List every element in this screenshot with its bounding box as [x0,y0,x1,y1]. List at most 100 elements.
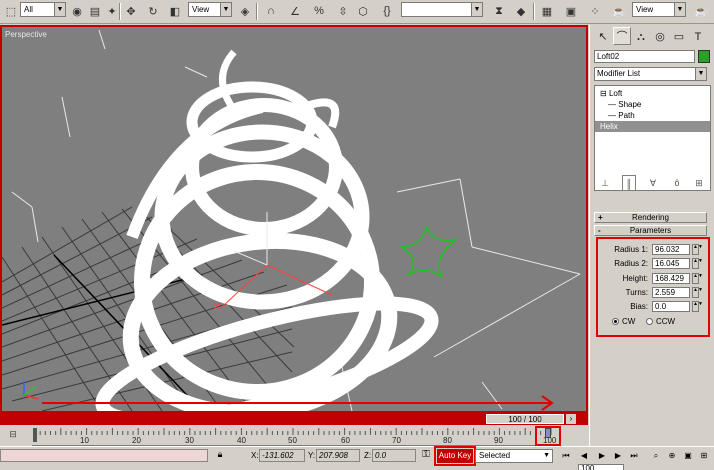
parameters-rollout[interactable]: - Parameters [594,225,707,236]
select-object-icon[interactable]: ◉ [68,2,86,20]
remove-modifier-icon[interactable]: ô [670,175,684,191]
cw-radio[interactable] [612,318,619,325]
turns-spinner-icon[interactable]: ▲▼ [692,287,703,298]
bias-label: Bias: [630,302,648,311]
timeline-scale[interactable]: 10 20 30 40 50 60 70 80 90 100 [32,426,560,446]
height-field[interactable]: 168.429 [652,273,690,284]
cw-label: CW [622,317,636,326]
tick-label: 60 [341,436,350,445]
mirror-icon[interactable]: ⧗ [490,2,508,20]
current-frame-field[interactable]: 100 [578,464,624,470]
tick-label: 10 [80,436,89,445]
zoom-extents-icon[interactable]: ▣ [682,450,694,462]
radius1-field[interactable]: 96.032 [652,244,690,255]
stack-item-shape[interactable]: — Shape [595,99,710,110]
tick-label: 50 [288,436,297,445]
zoom-all-icon[interactable]: ⊕ [666,450,678,462]
hierarchy-tab-icon[interactable]: ⛬ [632,27,650,45]
render-view-dropdown[interactable]: View ▼ [632,2,686,17]
move-icon[interactable]: ✥ [122,2,140,20]
lock-selection-icon[interactable]: 🔒︎ [213,449,227,462]
pivot-center-icon[interactable]: ◈ [236,2,254,20]
stack-item-path[interactable]: — Path [595,110,710,121]
rotate-icon[interactable]: ↻ [144,2,162,20]
next-frame-icon[interactable]: › [566,414,576,424]
select-region-icon[interactable]: ⬚ [2,2,20,20]
stack-item-loft[interactable]: ⊟ Loft [595,88,710,99]
key-filter-dropdown[interactable]: Selected ▼ [475,449,553,463]
named-selection-icon[interactable]: {} [378,2,396,20]
utilities-tab-icon[interactable]: T [689,27,707,45]
toolbar-divider [533,3,535,20]
bias-spinner-icon[interactable]: ▲▼ [692,301,703,312]
scale-icon[interactable]: ◧ [166,2,184,20]
tick-label: 90 [494,436,503,445]
next-frame-icon[interactable]: ▶ [612,450,624,462]
object-name-field[interactable]: Loft02 [594,50,695,63]
configure-modifier-sets-icon[interactable]: ⊞ [692,175,706,191]
make-unique-icon[interactable]: ∀ [646,175,660,191]
command-panel: ↖ ⌒ ⛬ ◎ ▭ T Loft02 Modifier List ▼ ⊟ Lof… [589,25,714,446]
pin-stack-icon[interactable]: ⊥ [598,175,612,191]
stack-item-helix[interactable]: Helix [595,121,710,132]
selection-filter-dropdown[interactable]: All ▼ [20,2,66,17]
current-frame-marker[interactable] [545,428,551,438]
snap-icon[interactable]: ∩ [262,2,280,20]
stack-item-label: Path [618,111,635,120]
object-color-swatch[interactable] [698,50,710,63]
material-editor-icon[interactable]: ⁘ [586,2,604,20]
modify-tab-icon[interactable]: ⌒ [613,27,631,45]
reference-coord-dropdown[interactable]: View ▼ [188,2,232,17]
y-coord-field[interactable]: 207.908 [316,449,360,462]
modifier-list-dropdown[interactable]: Modifier List ▼ [594,67,707,81]
spinner-snap-icon[interactable]: ⇳ [334,2,352,20]
maxscript-listener[interactable] [0,449,208,462]
ccw-radio[interactable] [646,318,653,325]
world-axis-tripod [23,381,39,400]
mini-curve-editor-icon[interactable]: ⊟ [6,429,20,441]
auto-key-button[interactable]: Auto Key [434,446,476,466]
bias-field[interactable]: 0.0 [652,301,690,312]
layer-manager-icon[interactable]: ▦ [538,2,556,20]
previous-frame-icon[interactable]: ◀ [578,450,590,462]
play-icon[interactable]: ▶ [596,450,608,462]
z-coord-field[interactable]: 0.0 [372,449,416,462]
ccw-label: CCW [656,317,676,326]
command-panel-tabs: ↖ ⌒ ⛬ ◎ ▭ T [594,27,710,45]
x-coord-field[interactable]: -131.602 [259,449,305,462]
timeline[interactable]: ⊟ 10 20 30 40 50 60 70 80 90 100 [0,426,588,446]
zoom-extents-all-icon[interactable]: ⊞ [698,450,710,462]
radius2-spinner-icon[interactable]: ▲▼ [692,258,703,269]
create-tab-icon[interactable]: ↖ [594,27,612,45]
height-spinner-icon[interactable]: ▲▼ [692,273,703,284]
display-tab-icon[interactable]: ▭ [670,27,688,45]
show-end-result-icon[interactable]: ║ [622,175,636,191]
reference-coord-value: View [192,5,210,14]
rendering-rollout[interactable]: + Rendering [594,212,707,223]
go-to-start-icon[interactable]: ⏮ [560,450,572,462]
select-by-name-icon[interactable]: ▤ [86,2,104,20]
radius1-spinner-icon[interactable]: ▲▼ [692,244,703,255]
time-slider-handle[interactable]: 100 / 100 [486,414,564,424]
curve-editor-icon[interactable]: ▣ [562,2,580,20]
perspective-viewport[interactable]: Perspective [0,25,588,413]
parameters-highlight: Radius 1: 96.032 ▲▼ Radius 2: 16.045 ▲▼ … [596,237,710,337]
modifier-list-label: Modifier List [597,69,641,78]
turns-label: Turns: [625,288,648,297]
turns-field[interactable]: 2.559 [652,287,690,298]
motion-tab-icon[interactable]: ◎ [651,27,669,45]
percent-snap-icon[interactable]: % [310,2,328,20]
align-icon[interactable]: ◆ [512,2,530,20]
render-scene-icon[interactable]: ☕ [610,2,628,20]
quick-render-icon[interactable]: ☕ [692,2,710,20]
radius1-label: Radius 1: [614,245,648,254]
edit-named-selection-icon[interactable]: ⬡ [354,2,372,20]
set-key-icon[interactable]: ⚿ [418,449,434,462]
go-to-end-icon[interactable]: ⏭ [628,450,640,462]
radius2-label: Radius 2: [614,259,648,268]
angle-snap-icon[interactable]: ∠ [286,2,304,20]
zoom-icon[interactable]: ⌕ [650,450,662,462]
named-selection-dropdown[interactable]: ▼ [401,2,483,17]
radius2-field[interactable]: 16.045 [652,258,690,269]
tick-label: 70 [392,436,401,445]
